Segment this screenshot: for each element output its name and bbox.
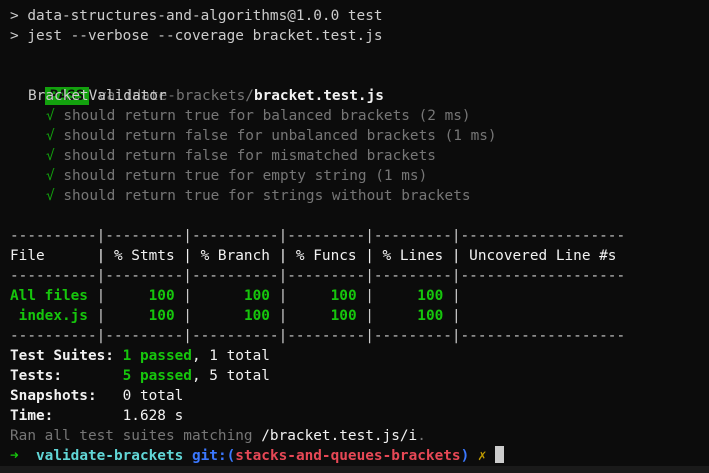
summary-suites: Test Suites: 1 passed, 1 total xyxy=(10,346,270,366)
separator-text: ----------|---------|----------|--------… xyxy=(10,228,626,244)
jest-command-line: > jest --verbose --coverage bracket.test… xyxy=(10,28,383,44)
coverage-lines-cell: 100 xyxy=(417,288,444,304)
bottom-edge xyxy=(0,466,709,473)
coverage-header-text: File | % Stmts | % Branch | % Funcs | % … xyxy=(10,248,626,264)
coverage-separator: ----------|---------|----------|--------… xyxy=(10,226,625,246)
coverage-stmts-cell: 100 xyxy=(148,288,175,304)
coverage-separator: ----------|---------|----------|--------… xyxy=(10,266,625,286)
test-case-text: should return false for mismatched brack… xyxy=(63,148,436,164)
ran-all-line: Ran all test suites matching /bracket.te… xyxy=(10,426,426,446)
summary-time-value: 1.628 s xyxy=(122,408,184,424)
terminal-cursor[interactable] xyxy=(495,446,505,463)
test-case-row: √ should return true for balanced bracke… xyxy=(46,106,471,126)
prompt-arrow-icon: ➜ xyxy=(10,448,19,464)
prompt-directory: validate-brackets xyxy=(36,448,184,464)
coverage-separator: ----------|---------|----------|--------… xyxy=(10,326,625,346)
test-case-text: should return true for balanced brackets xyxy=(63,108,410,124)
summary-tests-label: Tests: xyxy=(10,368,62,384)
test-case-text: should return false for unbalanced brack… xyxy=(63,128,436,144)
check-mark-icon: √ xyxy=(46,128,55,144)
coverage-row: index.js | 100 | 100 | 100 | 100 | xyxy=(10,308,470,324)
summary-time: Time: 1.628 s xyxy=(10,406,183,426)
check-mark-icon: √ xyxy=(46,148,55,164)
summary-snapshots-label: Snapshots: xyxy=(10,388,97,404)
coverage-branch-cell: 100 xyxy=(243,308,270,324)
summary-suites-total: , 1 total xyxy=(191,348,270,364)
prompt-git-close: ) xyxy=(460,448,470,464)
shell-prompt[interactable]: ➜ validate-brackets git:(stacks-and-queu… xyxy=(10,446,505,466)
test-case-row: √ should return false for unbalanced bra… xyxy=(46,126,497,146)
summary-tests-passed: 5 passed xyxy=(122,368,192,384)
coverage-row: All files | 100 | 100 | 100 | 100 | xyxy=(10,288,470,304)
test-case-text: should return true for strings without b… xyxy=(63,188,471,204)
coverage-funcs-cell: 100 xyxy=(330,288,357,304)
suite-name: BracketValidator xyxy=(28,88,167,104)
test-case-row: √ should return true for empty string (1… xyxy=(46,166,427,186)
test-result-line: PASS validate-brackets/bracket.test.js xyxy=(10,66,384,105)
test-path-file: bracket.test.js xyxy=(253,88,384,104)
coverage-file-cell: All files xyxy=(10,288,88,304)
ran-all-pattern: /bracket.test.js/i xyxy=(261,428,418,444)
test-case-time: (1 ms) xyxy=(444,128,497,144)
dirty-mark-icon: ✗ xyxy=(477,448,487,464)
test-case-time: (1 ms) xyxy=(375,168,428,184)
summary-suites-passed: 1 passed xyxy=(122,348,192,364)
prompt-git-label: git:( xyxy=(191,448,236,464)
check-mark-icon: √ xyxy=(46,168,55,184)
coverage-header-row: File | % Stmts | % Branch | % Funcs | % … xyxy=(10,246,625,266)
coverage-file-cell: index.js xyxy=(10,308,88,324)
coverage-funcs-cell: 100 xyxy=(330,308,357,324)
ran-all-suffix: . xyxy=(417,428,426,444)
summary-tests: Tests: 5 passed, 5 total xyxy=(10,366,270,386)
check-mark-icon: √ xyxy=(46,188,55,204)
summary-snapshots: Snapshots: 0 total xyxy=(10,386,183,406)
check-mark-icon: √ xyxy=(46,108,55,124)
summary-time-label: Time: xyxy=(10,408,54,424)
test-case-row: √ should return false for mismatched bra… xyxy=(46,146,436,166)
ran-all-prefix: Ran all test suites matching xyxy=(10,428,262,444)
summary-tests-total: , 5 total xyxy=(191,368,270,384)
coverage-stmts-cell: 100 xyxy=(148,308,175,324)
prompt-branch: stacks-and-queues-brackets xyxy=(235,448,461,464)
summary-snapshots-value: 0 total xyxy=(122,388,184,404)
npm-script-line: > data-structures-and-algorithms@1.0.0 t… xyxy=(10,8,383,24)
separator-text: ----------|---------|----------|--------… xyxy=(10,328,626,344)
summary-suites-label: Test Suites: xyxy=(10,348,114,364)
test-case-row: √ should return true for strings without… xyxy=(46,186,471,206)
terminal-window[interactable]: > data-structures-and-algorithms@1.0.0 t… xyxy=(0,0,709,473)
coverage-lines-cell: 100 xyxy=(417,308,444,324)
test-case-text: should return true for empty string xyxy=(63,168,367,184)
coverage-branch-cell: 100 xyxy=(243,288,270,304)
test-case-time: (2 ms) xyxy=(418,108,471,124)
separator-text: ----------|---------|----------|--------… xyxy=(10,268,626,284)
